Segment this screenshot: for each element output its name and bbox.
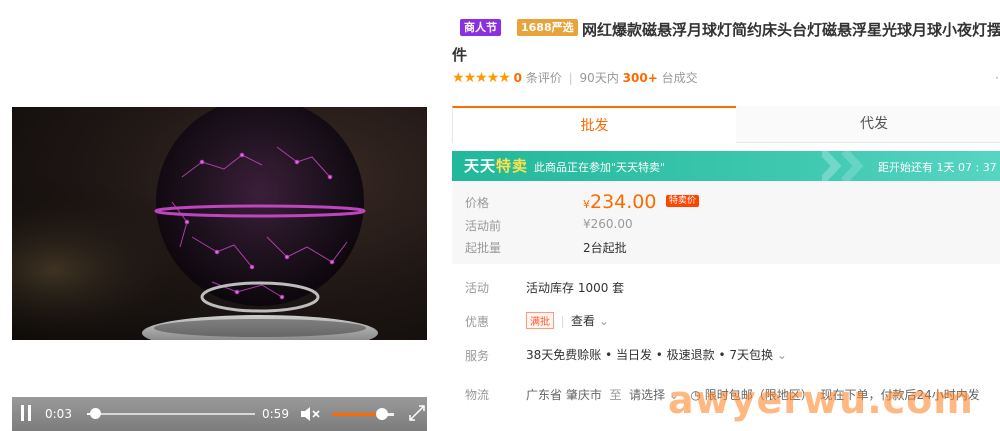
purchase-mode-tabs: 批发 代发 [452, 106, 1000, 143]
activity-stock: 活动库存 1000 套 [526, 281, 625, 295]
view-discount-link[interactable]: 查看 ⌄ [571, 314, 609, 328]
before-price: ¥260.00 [583, 217, 633, 231]
video-progress-bar[interactable] [87, 408, 255, 419]
moq-label: 起批量 [465, 241, 502, 255]
video-controls: 0:03 0:59 [12, 397, 427, 431]
tab-wholesale[interactable]: 批发 [452, 106, 737, 143]
to-label: 至 [609, 388, 622, 402]
period-label: 90天内 [579, 71, 619, 85]
before-label: 活动前 [465, 219, 502, 233]
logistics-label: 物流 [465, 388, 490, 402]
service-row[interactable]: 38天免费赊账 • 当日发 • 极速退款 • 7天包换 ⌄ [526, 346, 787, 363]
daily-sale-logo: 天天特卖 [464, 157, 529, 175]
origin-location: 广东省 肇庆市 [526, 388, 602, 402]
moq-value: 2台起批 [583, 241, 627, 255]
review-label[interactable]: 条评价 [526, 71, 562, 85]
coupon-badge[interactable]: 满批 [526, 312, 554, 329]
video-player[interactable]: 0:03 0:59 [12, 107, 427, 431]
site-watermark: awyerwu.com [668, 378, 974, 422]
special-price-badge: 特卖价 [666, 195, 700, 207]
price-label: 价格 [465, 196, 490, 210]
fullscreen-icon[interactable] [408, 404, 426, 422]
sold-unit: 台成交 [661, 71, 698, 85]
price-box [452, 181, 1000, 264]
progress-handle[interactable] [90, 408, 102, 419]
volume-fill [332, 413, 382, 416]
sale-price: ¥234.00 [583, 191, 657, 213]
rating-row: ★★★★★ 0 条评价 | 90天内 300+ 台成交 [452, 70, 698, 86]
pause-icon[interactable] [20, 405, 34, 421]
promo-note: 此商品正在参加"天天特卖" [534, 161, 666, 174]
review-count[interactable]: 0 [514, 71, 522, 85]
service-label: 服务 [465, 349, 490, 363]
activity-label: 活动 [465, 281, 490, 295]
discount-label: 优惠 [465, 315, 490, 329]
countdown: 距开始还有 1天 07 : 37 : 4 [878, 161, 1000, 174]
sold-count: 300+ [622, 71, 658, 85]
current-time: 0:03 [45, 407, 72, 421]
mute-icon[interactable] [300, 405, 322, 423]
discount-row: 满批 查看 ⌄ [526, 312, 609, 329]
volume-slider[interactable] [332, 408, 394, 420]
total-time: 0:59 [262, 407, 289, 421]
more-indicator: · [995, 71, 999, 85]
tab-dropship[interactable]: 代发 [736, 106, 1000, 142]
star-rating: ★★★★★ [452, 70, 511, 86]
chevron-down-icon: ⌄ [776, 348, 787, 362]
product-title: 网红爆款磁悬浮月球灯简约床头台灯磁悬浮星光球月球小夜灯摆件 [452, 21, 1000, 64]
levitating-moon-lamp-image [12, 107, 427, 340]
video-frame[interactable] [12, 107, 427, 340]
volume-handle[interactable] [375, 408, 388, 420]
daily-sale-banner: 天天特卖 此商品正在参加"天天特卖" 距开始还有 1天 07 : 37 : 4 [452, 151, 1000, 181]
chevron-down-icon: ⌄ [598, 314, 609, 328]
